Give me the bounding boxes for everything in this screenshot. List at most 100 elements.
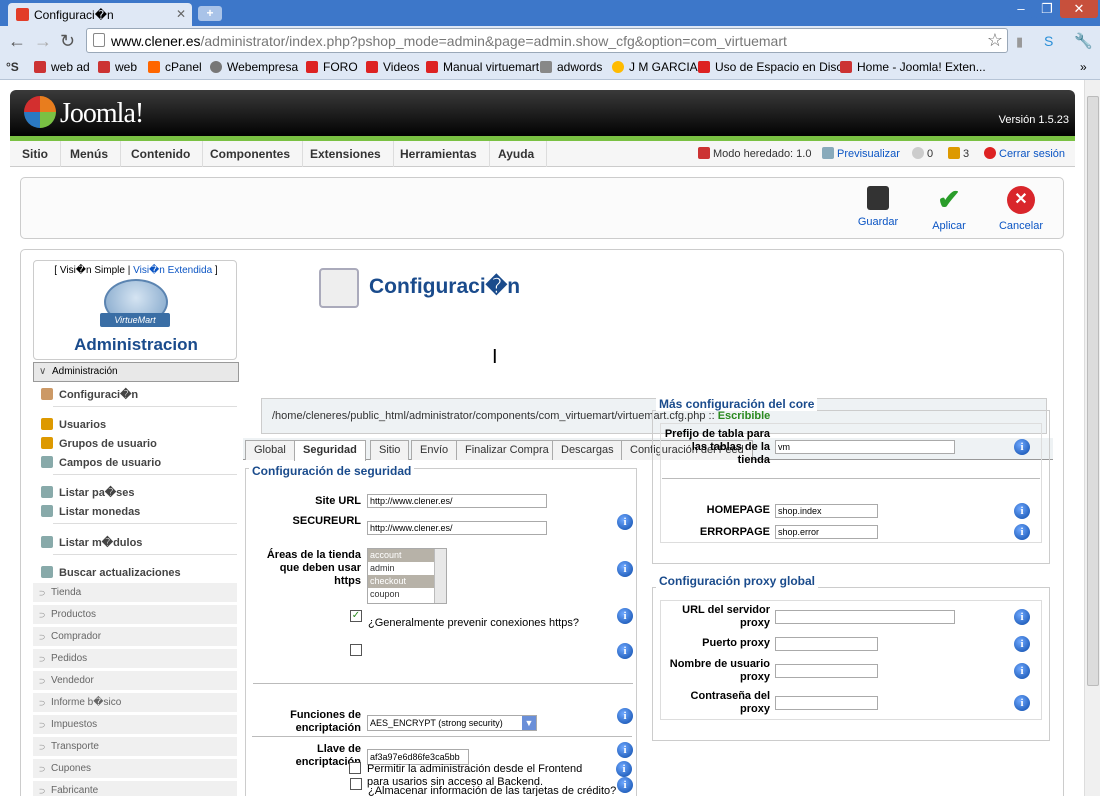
- category-transporte[interactable]: Transporte: [33, 737, 237, 757]
- info-icon[interactable]: i: [617, 514, 633, 530]
- proxy-url-input[interactable]: [775, 610, 955, 624]
- sidebar-link-configuracion[interactable]: Configuraci�n: [41, 388, 138, 401]
- menu-menus[interactable]: Menús: [58, 141, 122, 167]
- info-icon[interactable]: i: [617, 708, 633, 724]
- signal-icon[interactable]: ▮: [1016, 34, 1023, 50]
- bookmark-jm-garcia[interactable]: J M GARCIA: [612, 60, 698, 74]
- bookmark-star-icon[interactable]: ☆: [987, 30, 1003, 51]
- info-icon[interactable]: i: [617, 608, 633, 624]
- info-icon[interactable]: i: [1014, 695, 1030, 711]
- dropdown-arrow-icon[interactable]: ▼: [522, 716, 536, 730]
- forward-icon[interactable]: →: [34, 31, 52, 52]
- minimize-icon[interactable]: –: [1008, 0, 1034, 18]
- menu-sitio[interactable]: Sitio: [10, 141, 61, 167]
- category-pedidos[interactable]: Pedidos: [33, 649, 237, 669]
- tab-sitio[interactable]: Sitio: [370, 440, 410, 460]
- category-productos[interactable]: Productos: [33, 605, 237, 625]
- logout-link[interactable]: Cerrar sesión: [984, 141, 1065, 167]
- view-extended-link[interactable]: Visi�n Extendida: [133, 265, 212, 276]
- sidebar-link-monedas[interactable]: Listar monedas: [41, 505, 140, 518]
- info-icon[interactable]: i: [1014, 636, 1030, 652]
- page-scrollbar[interactable]: [1084, 80, 1100, 796]
- tab-finalizar-compra[interactable]: Finalizar Compra: [456, 440, 558, 460]
- bookmark-adwords[interactable]: adwords: [540, 60, 602, 74]
- sidebar-link-actualizaciones[interactable]: Buscar actualizaciones: [41, 566, 181, 579]
- sidebar-link-modulos[interactable]: Listar m�dulos: [41, 536, 142, 549]
- bookmark-foro[interactable]: FORO: [306, 60, 358, 74]
- sidebar-link-usuarios[interactable]: Usuarios: [41, 418, 106, 431]
- enc-func-select[interactable]: AES_ENCRYPT (strong security) ▼: [367, 715, 537, 731]
- cancel-button[interactable]: ✕ Cancelar: [991, 186, 1051, 232]
- proxy-user-input[interactable]: [775, 664, 878, 678]
- preview-link[interactable]: Previsualizar: [822, 141, 900, 167]
- site-url-input[interactable]: http://www.clener.es/: [367, 494, 547, 508]
- back-icon[interactable]: ←: [8, 31, 26, 52]
- tab-global[interactable]: Global: [245, 440, 295, 460]
- info-icon[interactable]: i: [617, 777, 633, 793]
- sidebar-link-campos[interactable]: Campos de usuario: [41, 456, 161, 469]
- apps-icon[interactable]: °S: [6, 60, 19, 74]
- info-icon[interactable]: i: [617, 643, 633, 659]
- info-icon[interactable]: i: [1014, 609, 1030, 625]
- bookmark-web-ad[interactable]: web ad: [34, 60, 90, 74]
- list-scrollbar[interactable]: [434, 549, 446, 603]
- bookmark-joomla-home[interactable]: Home - Joomla! Exten...: [840, 60, 986, 74]
- bookmark-web[interactable]: web: [98, 60, 137, 74]
- maximize-icon[interactable]: ❐: [1034, 0, 1060, 18]
- bookmark-webempresa[interactable]: Webempresa: [210, 60, 298, 74]
- secure-url-input[interactable]: http://www.clener.es/: [367, 521, 547, 535]
- info-icon[interactable]: i: [617, 561, 633, 577]
- more-bookmarks-icon[interactable]: »: [1080, 60, 1087, 74]
- save-button[interactable]: Guardar: [848, 186, 908, 228]
- category-vendedor[interactable]: Vendedor: [33, 671, 237, 691]
- tab-seguridad[interactable]: Seguridad: [294, 440, 366, 461]
- skype-icon[interactable]: S: [1044, 33, 1053, 49]
- section-administracion[interactable]: Administración: [33, 362, 239, 382]
- prevent-https-checkbox[interactable]: ✓: [350, 610, 362, 622]
- category-informe[interactable]: Informe b�sico: [33, 693, 237, 713]
- bookmark-disk-usage[interactable]: Uso de Espacio en Disco: [698, 60, 849, 74]
- sidebar-link-grupos[interactable]: Grupos de usuario: [41, 437, 157, 450]
- address-bar[interactable]: www.clener.es/administrator/index.php?ps…: [86, 28, 1008, 53]
- bookmark-cpanel[interactable]: cPanel: [148, 60, 202, 74]
- info-icon[interactable]: i: [616, 761, 632, 777]
- browser-tab[interactable]: Configuraci�n ✕: [8, 3, 192, 26]
- menu-extensiones[interactable]: Extensiones: [298, 141, 394, 167]
- info-icon[interactable]: i: [1014, 503, 1030, 519]
- category-fabricante[interactable]: Fabricante: [33, 781, 237, 796]
- reload-icon[interactable]: ↻: [60, 31, 75, 52]
- info-icon[interactable]: i: [617, 742, 633, 758]
- bookmark-videos[interactable]: Videos: [366, 60, 419, 74]
- wrench-icon[interactable]: 🔧: [1074, 32, 1093, 50]
- proxy-port-input[interactable]: [775, 637, 878, 651]
- info-icon[interactable]: i: [1014, 524, 1030, 540]
- store-cc-checkbox[interactable]: [350, 778, 362, 790]
- users-online-count[interactable]: 3: [948, 141, 969, 167]
- category-comprador[interactable]: Comprador: [33, 627, 237, 647]
- messages-count[interactable]: 0: [912, 141, 933, 167]
- window-close-icon[interactable]: ✕: [1060, 0, 1098, 18]
- proxy-pass-input[interactable]: [775, 696, 878, 710]
- https-areas-list[interactable]: account admin checkout coupon: [367, 548, 447, 604]
- unlabeled-checkbox[interactable]: [350, 644, 362, 656]
- frontend-admin-checkbox[interactable]: [349, 762, 361, 774]
- menu-contenido[interactable]: Contenido: [119, 141, 204, 167]
- category-cupones[interactable]: Cupones: [33, 759, 237, 779]
- new-tab-button[interactable]: +: [198, 6, 222, 21]
- menu-herramientas[interactable]: Herramientas: [388, 141, 490, 167]
- sidebar-link-paises[interactable]: Listar pa�ses: [41, 486, 134, 499]
- menu-componentes[interactable]: Componentes: [198, 141, 304, 167]
- category-tienda[interactable]: Tienda: [33, 583, 237, 603]
- close-tab-icon[interactable]: ✕: [176, 7, 186, 21]
- table-prefix-input[interactable]: vm: [775, 440, 955, 454]
- errorpage-input[interactable]: shop.error: [775, 525, 878, 539]
- info-icon[interactable]: i: [1014, 663, 1030, 679]
- menu-ayuda[interactable]: Ayuda: [486, 141, 548, 167]
- homepage-input[interactable]: shop.index: [775, 504, 878, 518]
- bookmark-manual-virtuemart[interactable]: Manual virtuemart: [426, 60, 539, 74]
- apply-button[interactable]: ✔ Aplicar: [919, 186, 979, 233]
- scrollbar-thumb[interactable]: [1087, 96, 1099, 686]
- category-impuestos[interactable]: Impuestos: [33, 715, 237, 735]
- tab-envio[interactable]: Envío: [411, 440, 458, 460]
- tab-descargas[interactable]: Descargas: [552, 440, 623, 460]
